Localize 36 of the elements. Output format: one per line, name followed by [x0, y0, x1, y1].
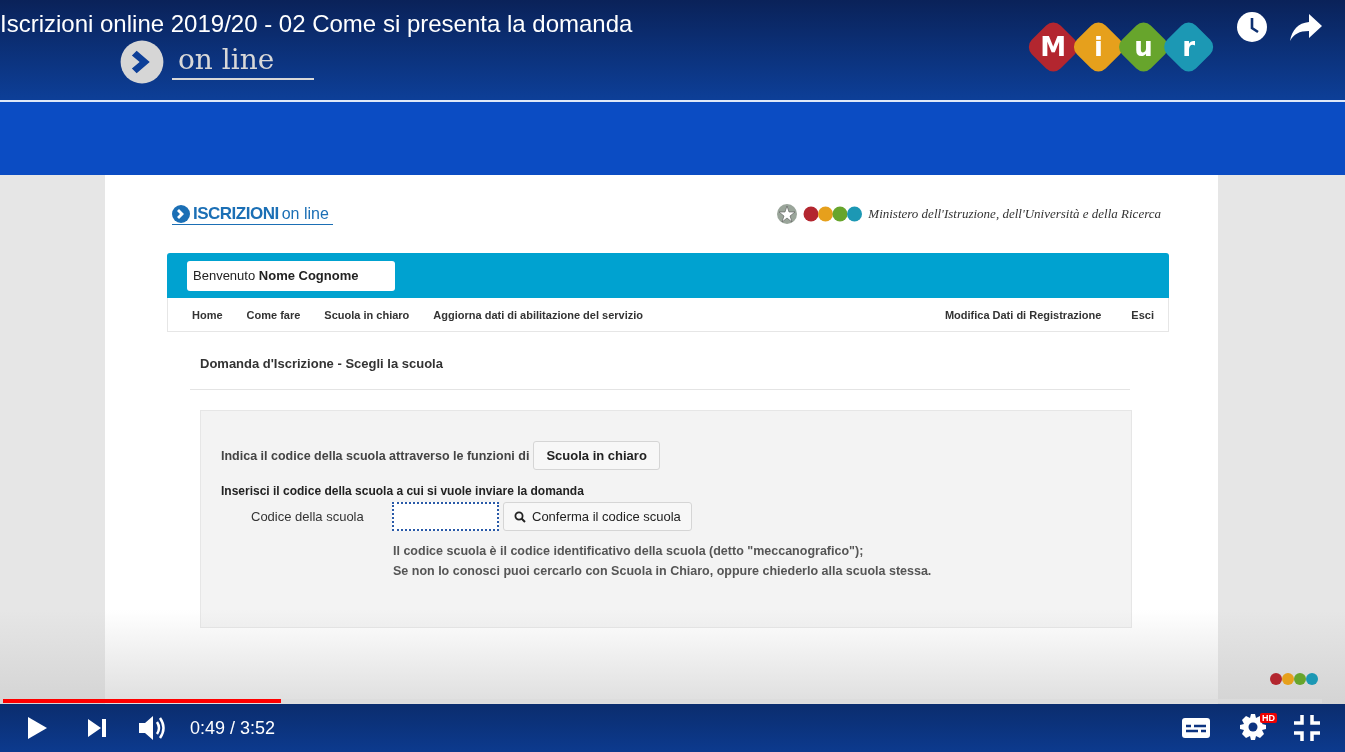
volume-icon[interactable] [138, 714, 168, 742]
confirm-button[interactable]: Conferma il codice scuola [503, 502, 692, 531]
progress-bar[interactable] [3, 699, 1322, 703]
channel-logo: M i u r [1024, 16, 1218, 78]
nav-link[interactable]: Scuola in chiaro [324, 308, 410, 321]
intro-text: Indica il codice della scuola attraverso le funzioni di [221, 448, 530, 463]
nav-link[interactable]: Home [192, 308, 223, 321]
school-search-button[interactable]: Scuola in chiaro [533, 441, 660, 470]
exit-fullscreen-icon[interactable] [1293, 714, 1321, 742]
field-label: Codice della scuola [250, 509, 365, 524]
nav-link[interactable]: Come fare [246, 308, 301, 321]
overlay-logo-text: on line [172, 43, 315, 80]
time-display: 0:49 / 3:52 [190, 717, 276, 739]
colored-circles-icon [803, 206, 864, 222]
help-text: Se non lo conosci puoi cercarlo con Scuola in Chiaro, oppure chiederlo alla scuola stessa. [393, 563, 933, 580]
help-text: Il codice scuola è il codice identificativo della scuola (detto "meccanografico"); [393, 543, 865, 560]
video-title[interactable]: Iscrizioni online 2019/20 - 02 Come si presenta la domanda [0, 10, 633, 38]
nav-link[interactable]: Esci [1131, 308, 1154, 321]
colored-circles-icon [1269, 672, 1319, 686]
school-code-input[interactable] [392, 502, 499, 531]
arrow-circle-logo-icon [120, 40, 164, 84]
arrow-circle-icon [172, 204, 190, 223]
clock-icon[interactable] [1236, 11, 1268, 43]
nav-link[interactable]: Aggiorna dati di abilitazione del servizio [433, 308, 643, 321]
page-heading: Domanda d'Iscrizione - Scegli la scuola [200, 356, 444, 371]
subtitles-icon[interactable] [1181, 717, 1211, 739]
hd-badge: HD [1260, 713, 1277, 723]
emblem-icon [776, 202, 799, 226]
search-icon [514, 510, 526, 523]
welcome-text: Benvenuto Nome Cognome [187, 260, 395, 291]
ministry-name: Ministero dell'Istruzione, dell'Università e della Ricerca [868, 206, 1161, 222]
section-label: Inserisci il codice della scuola a cui si vuole inviare la domanda [221, 484, 585, 498]
skip-next-icon[interactable] [86, 718, 108, 738]
site-logo[interactable]: ISCRIZIONI on line [172, 203, 333, 225]
share-icon[interactable] [1289, 12, 1323, 42]
nav-link[interactable]: Modifica Dati di Registrazione [944, 308, 1102, 321]
